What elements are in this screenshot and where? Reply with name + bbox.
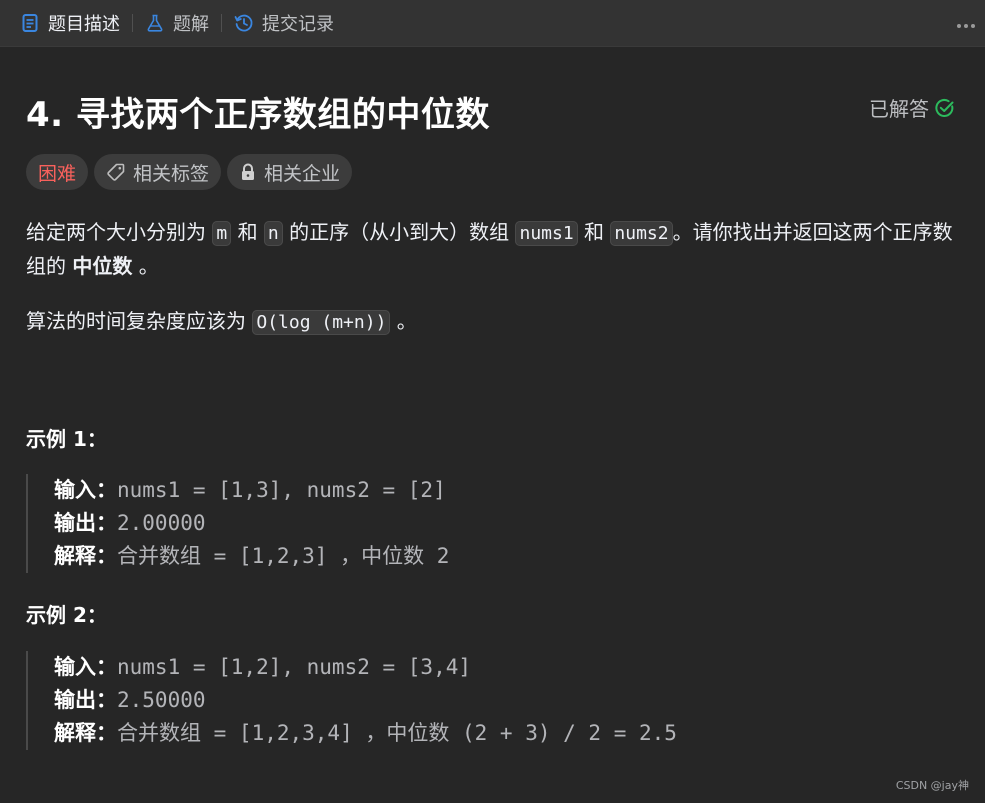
related-tags-label: 相关标签 [133, 162, 210, 185]
flask-icon [145, 13, 165, 33]
description-text: 给定两个大小分别为 [26, 220, 206, 244]
example-explain-line: 解释：合并数组 = [1,2,3,4] ，中位数 (2 + 3) / 2 = 2… [54, 717, 677, 750]
input-label: 输入： [54, 655, 117, 679]
input-value: nums1 = [1,3], nums2 = [2] [117, 478, 446, 502]
related-companies-label: 相关企业 [264, 162, 341, 185]
description-text: 。 [138, 254, 159, 278]
explain-label: 解释： [54, 544, 117, 568]
median-emphasis: 中位数 [72, 254, 133, 278]
inline-code-nums2: nums2 [610, 221, 673, 246]
tab-separator [221, 14, 222, 32]
inline-code-nums1: nums1 [515, 221, 578, 246]
output-label: 输出： [54, 511, 117, 535]
tab-bar: 题目描述 题解 提交记录 [0, 0, 985, 46]
tab-submissions-label: 提交记录 [262, 14, 334, 35]
tab-description-label: 题目描述 [48, 14, 120, 35]
tab-separator [132, 14, 133, 32]
example-explain-line: 解释：合并数组 = [1,2,3] ，中位数 2 [54, 540, 449, 573]
inline-code-complexity: O(log (m+n)) [252, 310, 391, 335]
description-paragraph-1: 给定两个大小分别为 m 和 n 的正序（从小到大）数组 nums1 和 nums… [26, 216, 961, 283]
description-icon [20, 13, 40, 33]
tab-solutions-label: 题解 [173, 14, 209, 35]
explain-value: 合并数组 = [1,2,3,4] ，中位数 (2 + 3) / 2 = 2.5 [117, 721, 677, 745]
history-icon [234, 13, 254, 33]
problem-content: 4. 寻找两个正序数组的中位数 已解答 困难 相关标签 相关企业 给定两个大小分… [0, 46, 985, 803]
description-text: 和 [584, 220, 605, 244]
solved-label: 已解答 [869, 97, 929, 121]
tab-solutions[interactable]: 题解 [145, 0, 209, 46]
tag-icon [106, 162, 126, 182]
example-1-block: 输入：nums1 = [1,3], nums2 = [2] 输出：2.00000… [26, 474, 449, 573]
check-circle-icon [935, 98, 955, 118]
description-paragraph-2: 算法的时间复杂度应该为 O(log (m+n)) 。 [26, 305, 961, 339]
example-1-title: 示例 1： [26, 427, 107, 451]
example-2-block: 输入：nums1 = [1,2], nums2 = [3,4] 输出：2.500… [26, 651, 677, 750]
tag-row: 困难 相关标签 相关企业 [26, 154, 353, 190]
more-dots-icon [956, 14, 976, 33]
description-text: 算法的时间复杂度应该为 [26, 309, 246, 333]
explain-value: 合并数组 = [1,2,3] ，中位数 2 [117, 544, 450, 568]
solved-status: 已解答 [869, 93, 955, 122]
description-text: 和 [237, 220, 258, 244]
problem-title[interactable]: 4. 寻找两个正序数组的中位数 [26, 87, 490, 136]
example-input-line: 输入：nums1 = [1,3], nums2 = [2] [54, 474, 449, 507]
watermark: CSDN @jay神 [895, 779, 969, 792]
input-label: 输入： [54, 478, 117, 502]
output-label: 输出： [54, 688, 117, 712]
difficulty-label: 困难 [38, 162, 77, 185]
example-input-line: 输入：nums1 = [1,2], nums2 = [3,4] [54, 651, 677, 684]
lock-icon [239, 163, 257, 181]
example-output-line: 输出：2.50000 [54, 684, 677, 717]
related-companies-button[interactable]: 相关企业 [227, 154, 353, 190]
inline-code-m: m [212, 221, 232, 246]
tab-description[interactable]: 题目描述 [20, 0, 120, 46]
output-value: 2.50000 [117, 688, 206, 712]
related-tags-button[interactable]: 相关标签 [94, 154, 222, 190]
explain-label: 解释： [54, 721, 117, 745]
more-button[interactable] [955, 12, 977, 34]
description-text: 。 [396, 309, 417, 333]
difficulty-badge[interactable]: 困难 [26, 154, 89, 190]
output-value: 2.00000 [117, 511, 206, 535]
example-2-title: 示例 2： [26, 603, 107, 627]
description-text: 的正序（从小到大）数组 [289, 220, 510, 244]
input-value: nums1 = [1,2], nums2 = [3,4] [117, 655, 472, 679]
inline-code-n: n [263, 221, 283, 246]
tab-submissions[interactable]: 提交记录 [234, 0, 334, 46]
example-output-line: 输出：2.00000 [54, 507, 449, 540]
